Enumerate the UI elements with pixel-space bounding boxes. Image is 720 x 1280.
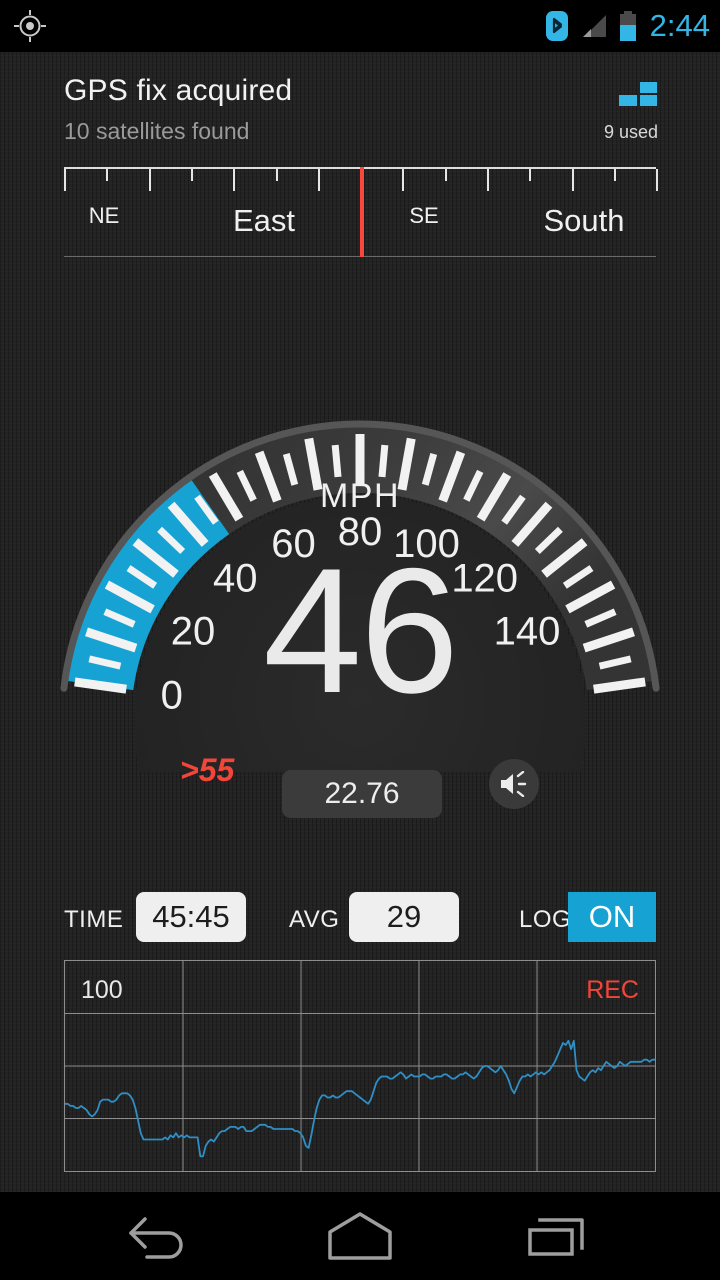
compass-tick: [317, 169, 320, 191]
nav-home-button[interactable]: [290, 1192, 430, 1280]
main-content: GPS fix acquired 10 satellites found 9 u…: [0, 52, 720, 1192]
compass-tick: [444, 169, 447, 181]
speedometer-gauge[interactable]: 0 20 40 60 80 100 120 140 MPH 46: [60, 302, 660, 772]
compass-tick: [402, 169, 405, 191]
avg-value-pill[interactable]: 29: [349, 892, 459, 942]
compass-tick: [275, 169, 278, 181]
satellites-used-label: 9 used: [603, 122, 658, 142]
avg-label: AVG: [289, 906, 340, 933]
compass-label-se: SE: [409, 203, 439, 228]
distance-readout[interactable]: 22.76: [282, 770, 442, 818]
cell-signal-icon: [578, 13, 608, 39]
app-root: 2:44 GPS fix acquired 10 satellites foun…: [0, 0, 720, 1280]
time-label: TIME: [64, 906, 124, 933]
speed-history-chart[interactable]: 100 REC: [64, 960, 656, 1172]
time-value: 45:45: [152, 899, 230, 934]
compass-label-ne: NE: [88, 203, 120, 228]
compass-tick: [487, 169, 489, 191]
chart-speed-line: [65, 1039, 655, 1158]
time-value-pill[interactable]: 45:45: [136, 892, 246, 942]
gauge-tick: [331, 444, 342, 478]
gauge-tick: [378, 444, 389, 478]
battery-icon: [618, 11, 638, 41]
satellites-found-label: 10 satellites found: [64, 118, 250, 144]
speed-limit-alert: >55: [180, 752, 235, 788]
gps-location-icon: [14, 10, 46, 42]
chart-recording-badge: REC: [586, 976, 639, 1004]
compass-tick: [148, 169, 151, 191]
compass-tick: [233, 169, 236, 191]
compass-tick: [64, 169, 66, 191]
sound-toggle-button[interactable]: [489, 759, 539, 809]
distance-value: 22.76: [324, 777, 400, 810]
compass-tick: [656, 169, 659, 191]
bluetooth-icon: [545, 11, 568, 41]
log-toggle-button[interactable]: ON: [568, 892, 656, 942]
compass-tick: [571, 169, 574, 191]
stats-row: TIME 45:45 AVG 29 LOG ON: [64, 892, 656, 948]
compass-strip: NE East SE South: [64, 167, 659, 257]
satellite-signal-icon: [616, 80, 658, 108]
log-label: LOG: [519, 906, 572, 933]
chart-ymax-label: 100: [81, 976, 123, 1004]
compass-tick: [529, 169, 532, 181]
nav-back-button[interactable]: [90, 1192, 230, 1280]
avg-value: 29: [386, 899, 422, 934]
nav-recents-button[interactable]: [490, 1192, 630, 1280]
compass-label-south: South: [543, 203, 625, 238]
log-toggle-value: ON: [588, 899, 636, 934]
gauge-unit-label: MPH: [319, 477, 401, 515]
chart-svg: [65, 961, 655, 1171]
status-bar-clock: 2:44: [649, 8, 710, 43]
gauge-speed-value: 46: [263, 531, 459, 730]
status-bar: 2:44: [0, 0, 720, 52]
compass-tick: [613, 169, 616, 181]
compass-label-east: East: [232, 203, 296, 238]
compass-tick: [190, 169, 193, 181]
status-bar-right-cluster: 2:44: [545, 0, 710, 52]
android-navigation-bar: [0, 1192, 720, 1280]
page-title: GPS fix acquired: [64, 74, 293, 107]
compass-heading-marker: [360, 167, 364, 257]
compass-tick: [106, 169, 109, 181]
